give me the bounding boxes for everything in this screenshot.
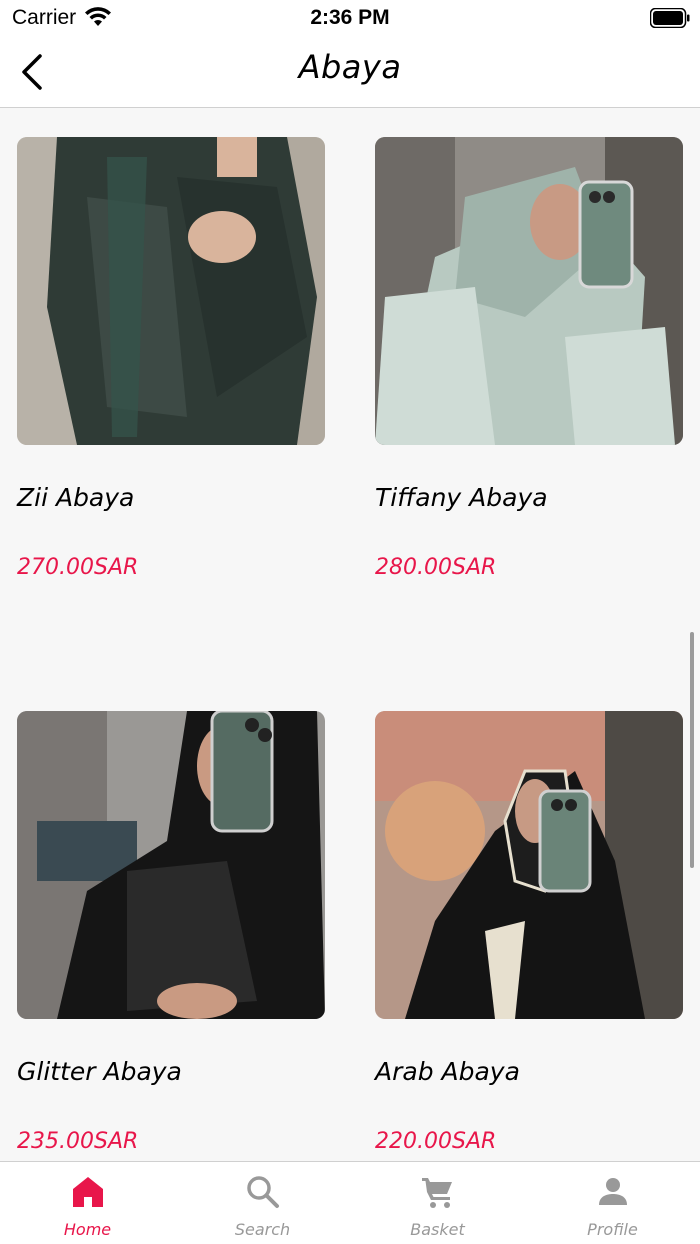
home-icon [72, 1177, 103, 1207]
person-icon [598, 1178, 627, 1205]
tab-label: Profile [587, 1220, 638, 1239]
battery-icon [650, 8, 690, 28]
cart-icon [421, 1178, 452, 1208]
product-image[interactable] [17, 711, 325, 1019]
tab-label: Basket [410, 1220, 465, 1239]
product-card[interactable]: Zii Abaya 270.00SAR [17, 137, 325, 580]
product-card[interactable]: Tiffany Abaya 280.00SAR [375, 137, 683, 580]
product-name: Zii Abaya [17, 483, 135, 512]
nav-bar: Abaya [0, 36, 700, 108]
product-name: Arab Abaya [375, 1057, 520, 1086]
scrollbar[interactable] [690, 632, 694, 868]
product-price: 235.00SAR [17, 1129, 139, 1154]
product-price: 220.00SAR [375, 1129, 497, 1154]
product-name: Tiffany Abaya [375, 483, 548, 512]
product-grid[interactable]: Zii Abaya 270.00SAR Tiffany Abaya 280.00… [0, 109, 700, 1161]
clock: 2:36 PM [310, 6, 390, 29]
page-title: Abaya [298, 48, 402, 86]
product-card[interactable]: Glitter Abaya 235.00SAR [17, 711, 325, 1154]
status-bar: Carrier 2:36 PM [0, 0, 700, 36]
tab-label: Home [63, 1220, 112, 1239]
product-image[interactable] [375, 137, 683, 445]
tab-bar: Home Search Basket Profile [0, 1161, 700, 1244]
product-name: Glitter Abaya [17, 1057, 182, 1086]
product-image[interactable] [375, 711, 683, 1019]
product-card[interactable]: Arab Abaya 220.00SAR [375, 711, 683, 1154]
search-icon [246, 1176, 279, 1208]
product-price: 270.00SAR [17, 555, 139, 580]
tab-basket[interactable]: Basket [350, 1162, 525, 1244]
tab-profile[interactable]: Profile [525, 1162, 700, 1244]
tab-home[interactable]: Home [0, 1162, 175, 1244]
product-image[interactable] [17, 137, 325, 445]
tab-label: Search [234, 1220, 291, 1239]
tab-search[interactable]: Search [175, 1162, 350, 1244]
product-price: 280.00SAR [375, 555, 497, 580]
